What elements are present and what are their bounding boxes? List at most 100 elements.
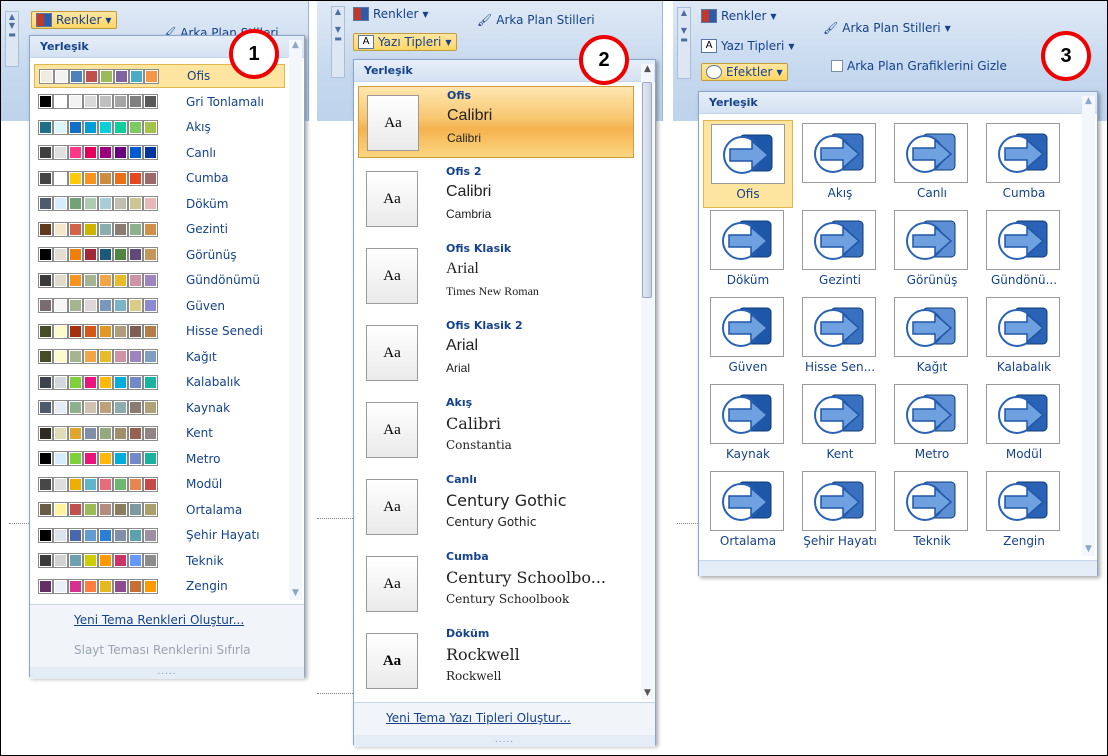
gallery-scroll-left[interactable]: ▲ ▼ ▬	[331, 6, 345, 78]
scroll-down-icon[interactable]: ▼	[641, 688, 654, 698]
theme-effect-item[interactable]: Metro	[887, 381, 977, 469]
theme-effect-item[interactable]: Cumba	[979, 120, 1069, 208]
theme-effect-item[interactable]: Gündönü...	[979, 207, 1069, 295]
theme-effect-item[interactable]: Güven	[703, 294, 793, 382]
theme-effect-item[interactable]: Kent	[795, 381, 885, 469]
theme-colors-item[interactable]: Teknik	[34, 549, 285, 573]
color-swatch	[38, 221, 53, 237]
effect-preview-icon	[710, 384, 784, 444]
theme-colors-item[interactable]: Zengin	[34, 574, 285, 598]
color-swatch	[38, 451, 53, 466]
vertical-scrollbar[interactable]: ▲ ▼	[641, 64, 654, 700]
theme-colors-item[interactable]: Gri Tonlamalı	[34, 90, 285, 114]
background-styles-icon: 🖌	[477, 13, 493, 27]
scroll-up-icon[interactable]: ▲	[1082, 96, 1095, 106]
background-styles-button[interactable]: 🖌 Arka Plan Stilleri	[477, 13, 595, 27]
effects-button[interactable]: Efektler ▼	[701, 63, 788, 81]
theme-colors-item[interactable]: Akış	[34, 115, 285, 139]
colors-button[interactable]: Renkler ▼	[31, 11, 117, 29]
theme-colors-item[interactable]: Şehir Hayatı	[34, 523, 285, 547]
create-theme-colors-link[interactable]: Yeni Tema Renkleri Oluştur...	[74, 613, 244, 627]
theme-colors-item[interactable]: Döküm	[34, 192, 285, 216]
theme-colors-item[interactable]: Görünüş	[34, 243, 285, 267]
theme-font-name: Akış	[446, 396, 473, 409]
theme-effect-item[interactable]: Kalabalık	[979, 294, 1069, 382]
theme-colors-item[interactable]: Kalabalık	[34, 370, 285, 394]
scroll-up-icon[interactable]: ▲	[641, 64, 654, 74]
callout-number-badge: 3	[1041, 31, 1091, 81]
theme-font-item[interactable]: Aa Akış Calibri Constantia	[358, 394, 634, 466]
theme-colors-item[interactable]: Modül	[34, 472, 285, 496]
create-theme-fonts-link[interactable]: Yeni Tema Yazı Tipleri Oluştur...	[386, 711, 571, 725]
theme-effect-item[interactable]: Gezinti	[795, 207, 885, 295]
vertical-scrollbar[interactable]: ▲ ▼	[1082, 96, 1095, 556]
theme-font-item[interactable]: Aa Ofis Klasik Arial Times New Roman	[358, 240, 634, 312]
chevron-down-icon: ▼	[105, 15, 112, 25]
theme-colors-label: Kağıt	[186, 349, 217, 364]
theme-colors-item[interactable]: Ortalama	[34, 498, 285, 522]
color-swatch	[128, 247, 143, 262]
theme-font-item[interactable]: Aa Canlı Century Gothic Century Gothic	[358, 471, 634, 543]
color-swatch	[98, 374, 113, 390]
hide-background-graphics-checkbox[interactable]: Arka Plan Grafiklerini Gizle	[831, 59, 1007, 73]
theme-effect-item[interactable]: Ortalama	[703, 468, 793, 556]
theme-effect-item[interactable]: Döküm	[703, 207, 793, 295]
color-swatch	[98, 94, 113, 109]
theme-font-item[interactable]: Aa Ofis 2 Calibri Cambria	[358, 163, 634, 235]
theme-effect-item[interactable]: Akış	[795, 120, 885, 208]
resize-grip[interactable]: .....	[30, 667, 304, 679]
theme-font-item[interactable]: Aa Ofis Klasik 2 Arial Arial	[358, 317, 634, 389]
theme-effect-label: Kağıt	[916, 360, 948, 374]
effect-preview-icon	[986, 384, 1060, 444]
theme-effect-item[interactable]: Şehir Hayatı	[795, 468, 885, 556]
theme-colors-item[interactable]: Kağıt	[34, 345, 285, 369]
scroll-down-icon[interactable]: ▼	[289, 588, 302, 598]
background-styles-button[interactable]: 🖌 Arka Plan Stilleri ▼	[823, 21, 951, 35]
callout-number-badge: 1	[229, 29, 279, 79]
theme-effect-item[interactable]: Kaynak	[703, 381, 793, 469]
colors-button[interactable]: Renkler ▼	[701, 9, 777, 23]
theme-colors-item[interactable]: Güven	[34, 294, 285, 318]
theme-font-item[interactable]: Aa Ofis Calibri Calibri	[358, 86, 634, 158]
theme-font-item[interactable]: Aa Cumba Century Schoolbo... Century School…	[358, 548, 634, 620]
theme-colors-item[interactable]: Canlı	[34, 141, 285, 165]
theme-colors-item[interactable]: Hisse Senedi	[34, 319, 285, 343]
resize-grip[interactable]: .....	[354, 735, 655, 747]
theme-effect-item[interactable]: Canlı	[887, 120, 977, 208]
theme-colors-item[interactable]: Cumba	[34, 166, 285, 190]
theme-colors-item[interactable]: Kent	[34, 421, 285, 445]
dropdown-footer: Yeni Tema Yazı Tipleri Oluştur... .....	[354, 702, 655, 747]
theme-colors-item[interactable]: Metro	[34, 447, 285, 471]
theme-colors-item[interactable]: Kaynak	[34, 396, 285, 420]
scroll-up-icon[interactable]: ▲	[289, 40, 302, 50]
font-sample-icon: Aa	[366, 633, 418, 689]
fonts-button[interactable]: A Yazı Tipleri ▼	[353, 33, 457, 51]
resize-grip[interactable]	[699, 560, 1097, 576]
theme-effect-item[interactable]: Kağıt	[887, 294, 977, 382]
theme-effect-item[interactable]: Zengin	[979, 468, 1069, 556]
color-swatch	[83, 196, 98, 211]
theme-font-item[interactable]: Aa Döküm Rockwell Rockwell	[358, 625, 634, 697]
theme-colors-item[interactable]: Gündönümü	[34, 268, 285, 292]
scroll-down-icon[interactable]: ▼	[1082, 544, 1095, 554]
theme-colors-item[interactable]: Gezinti	[34, 217, 285, 241]
vertical-scrollbar[interactable]: ▲ ▼	[289, 40, 302, 600]
color-swatch	[68, 400, 83, 415]
gallery-scroll-left[interactable]: ▲ ▼ ▬	[677, 7, 691, 79]
scroll-thumb[interactable]	[642, 82, 652, 298]
theme-effect-item[interactable]: Ofis	[703, 120, 793, 208]
fonts-button[interactable]: A Yazı Tipleri ▼	[701, 39, 795, 53]
theme-colors-label: Metro	[186, 451, 221, 466]
theme-effect-item[interactable]: Teknik	[887, 468, 977, 556]
heading-font-name: Calibri	[446, 183, 492, 200]
gallery-scroll-left[interactable]: ▲ ▼ ▬	[5, 11, 19, 67]
colors-button[interactable]: Renkler ▼	[353, 7, 429, 21]
theme-effect-item[interactable]: Görünüş	[887, 207, 977, 295]
theme-effect-item[interactable]: Hisse Sen...	[795, 294, 885, 382]
theme-effect-item[interactable]: Modül	[979, 381, 1069, 469]
theme-colors-label: Güven	[186, 298, 225, 313]
theme-font-name: Cumba	[446, 550, 489, 563]
color-swatch	[38, 374, 53, 390]
color-swatch	[98, 247, 113, 262]
fonts-icon: A	[701, 39, 717, 53]
